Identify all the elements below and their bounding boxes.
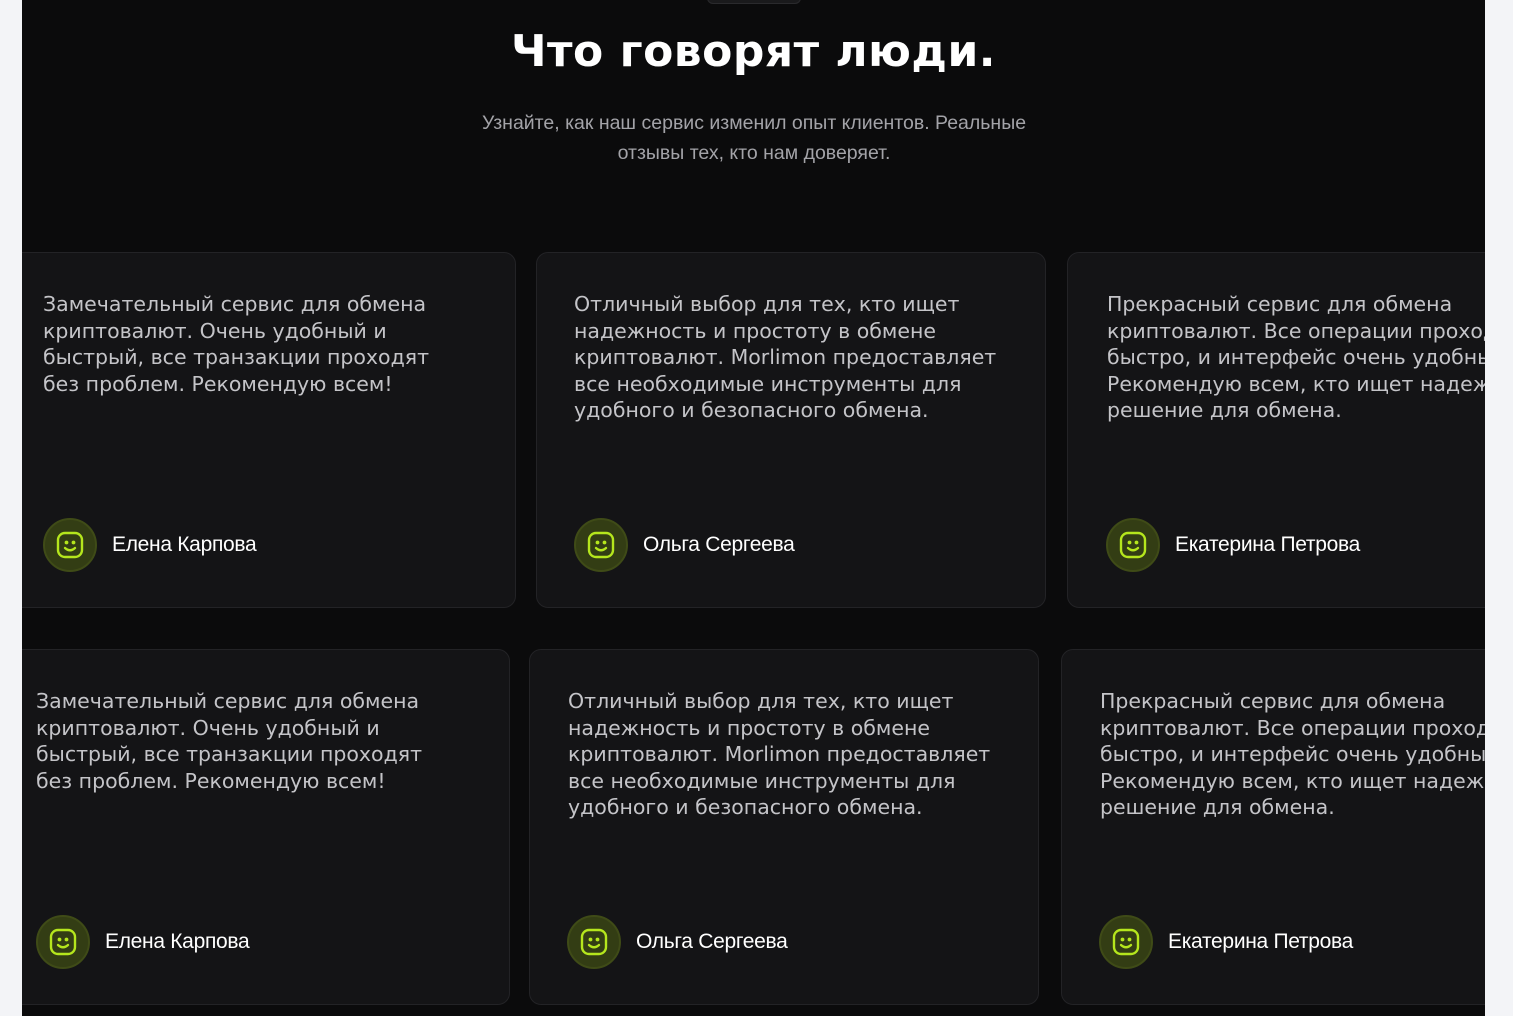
smiley-face-icon (56, 531, 84, 559)
author-name: Екатерина Петрова (1175, 533, 1361, 556)
testimonial-text: Замечательный сервис для обмена криптова… (43, 292, 430, 396)
avatar (574, 518, 628, 572)
author-name: Ольга Сергеева (643, 533, 795, 556)
avatar (567, 915, 621, 969)
testimonial-text: Прекрасный сервис для обмена криптовалют… (1100, 689, 1485, 819)
testimonial-card: Замечательный сервис для обмена криптова… (22, 252, 516, 608)
testimonials-section: Что говорят люди. Узнайте, как наш серви… (22, 0, 1485, 1016)
testimonial-card: Отличный выбор для тех, кто ищет надежно… (529, 649, 1039, 1005)
avatar (1099, 915, 1153, 969)
page-gutter (1485, 0, 1513, 1016)
testimonial-text: Отличный выбор для тех, кто ищет надежно… (574, 292, 997, 422)
smiley-face-icon (1119, 531, 1147, 559)
author-name: Ольга Сергеева (636, 930, 788, 953)
testimonial-card: Прекрасный сервис для обмена криптовалют… (1067, 252, 1485, 608)
testimonial-card: Замечательный сервис для обмена криптова… (22, 649, 510, 1005)
testimonial-card: Отличный выбор для тех, кто ищет надежно… (536, 252, 1046, 608)
testimonial-author: Екатерина Петрова (1099, 914, 1353, 970)
avatar (43, 518, 97, 572)
avatar (1106, 518, 1160, 572)
author-name: Елена Карпова (105, 930, 250, 953)
smiley-face-icon (580, 928, 608, 956)
author-name: Елена Карпова (112, 533, 257, 556)
testimonial-text: Замечательный сервис для обмена криптова… (36, 689, 423, 793)
smiley-face-icon (587, 531, 615, 559)
testimonial-author: Елена Карпова (43, 517, 257, 573)
testimonial-author: Ольга Сергеева (567, 914, 788, 970)
section-subtitle: Узнайте, как наш сервис изменил опыт кли… (481, 112, 1027, 164)
testimonial-author: Елена Карпова (36, 914, 250, 970)
smiley-face-icon (1112, 928, 1140, 956)
testimonial-author: Екатерина Петрова (1106, 517, 1360, 573)
avatar (36, 915, 90, 969)
testimonial-text: Отличный выбор для тех, кто ищет надежно… (568, 689, 991, 819)
section-tab-handle (707, 0, 801, 4)
section-title: Что говорят люди. (510, 26, 997, 77)
author-name: Екатерина Петрова (1168, 930, 1354, 953)
testimonial-card: Прекрасный сервис для обмена криптовалют… (1061, 649, 1485, 1005)
testimonial-author: Ольга Сергеева (574, 517, 795, 573)
smiley-face-icon (49, 928, 77, 956)
testimonial-text: Прекрасный сервис для обмена криптовалют… (1107, 292, 1485, 422)
